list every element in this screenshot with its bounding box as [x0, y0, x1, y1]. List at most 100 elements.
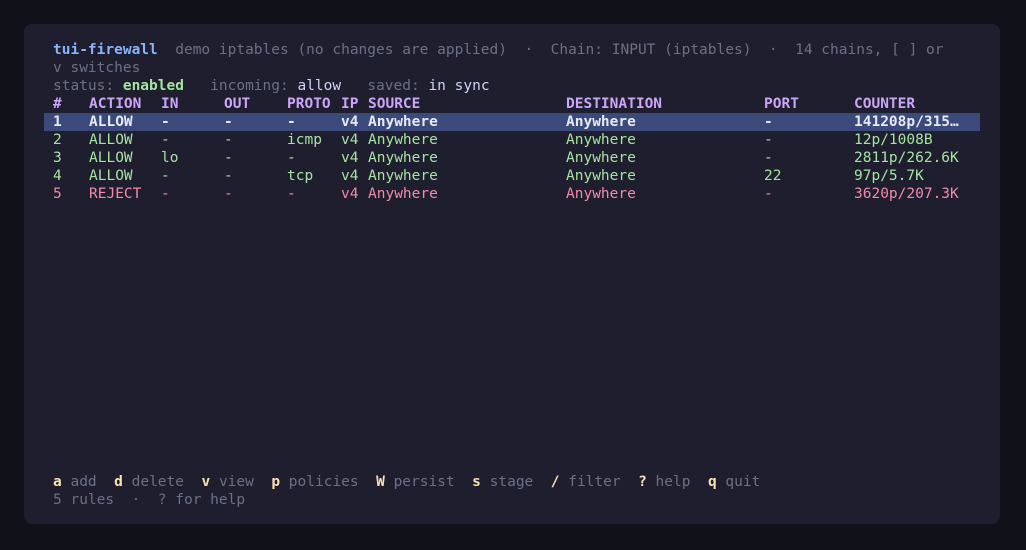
keybar-label: filter: [568, 474, 621, 490]
cell-port: -: [764, 186, 773, 202]
table-row[interactable]: 1 ALLOW - - - v4 Anywhere Anywhere - 141…: [44, 113, 980, 131]
key-quit[interactable]: q: [708, 474, 717, 490]
header-num[interactable]: #: [53, 95, 83, 113]
cell-action: REJECT: [89, 186, 142, 202]
cell-num: 3: [53, 150, 62, 166]
cell-port: -: [764, 150, 773, 166]
header-ip[interactable]: IP: [341, 95, 365, 113]
cell-destination: Anywhere: [566, 186, 636, 202]
key-help[interactable]: ?: [638, 474, 647, 490]
terminal-window: tui-firewall demo iptables (no changes a…: [24, 24, 1000, 524]
header-source[interactable]: SOURCE: [368, 95, 558, 113]
cell-num: 1: [53, 114, 62, 130]
status-line: status: enabled incoming: allow saved: i…: [53, 77, 490, 95]
app-name: tui-firewall: [53, 42, 158, 58]
cell-port: -: [764, 132, 773, 148]
header-counter[interactable]: COUNTER: [854, 95, 968, 113]
key-view[interactable]: v: [201, 474, 210, 490]
cell-counter: 12p/1008B: [854, 132, 933, 148]
title-bar: tui-firewall demo iptables (no changes a…: [53, 41, 944, 59]
cell-in: -: [161, 132, 170, 148]
saved-label: saved:: [367, 78, 420, 94]
table-row[interactable]: 4 ALLOW - - tcp v4 Anywhere Anywhere 22 …: [44, 167, 980, 185]
cell-in: -: [161, 114, 170, 130]
cell-source: Anywhere: [368, 168, 438, 184]
cell-out: -: [224, 186, 233, 202]
key-policies[interactable]: p: [271, 474, 280, 490]
chain-label: Chain: INPUT (iptables): [550, 42, 752, 58]
cell-destination: Anywhere: [566, 114, 636, 130]
keybar-label: delete: [131, 474, 184, 490]
cell-source: Anywhere: [368, 114, 438, 130]
cell-action: ALLOW: [89, 114, 133, 130]
keybar-label: policies: [288, 474, 359, 490]
cell-action: ALLOW: [89, 132, 133, 148]
keybar-label: add: [70, 474, 97, 490]
key-add[interactable]: a: [53, 474, 62, 490]
footer-separator: ·: [131, 492, 141, 508]
cell-port: 22: [764, 168, 782, 184]
cell-out: -: [224, 150, 233, 166]
cell-counter: 97p/5.7K: [854, 168, 924, 184]
header-action[interactable]: ACTION: [89, 95, 155, 113]
keybar-label: stage: [489, 474, 534, 490]
header-port[interactable]: PORT: [764, 95, 844, 113]
cell-source: Anywhere: [368, 186, 438, 202]
cell-action: ALLOW: [89, 168, 133, 184]
table-header: # ACTION IN OUT PROTO IP SOURCE DESTINAT…: [44, 95, 980, 113]
mode-label: demo iptables (no changes are applied): [175, 42, 507, 58]
title-separator: ·: [768, 42, 778, 58]
table-row[interactable]: 2 ALLOW - - icmp v4 Anywhere Anywhere - …: [44, 131, 980, 149]
status-value: enabled: [122, 78, 184, 94]
cell-num: 2: [53, 132, 62, 148]
table-row[interactable]: 3 ALLOW lo - - v4 Anywhere Anywhere - 28…: [44, 149, 980, 167]
cell-proto: icmp: [287, 132, 322, 148]
key-filter[interactable]: /: [551, 474, 560, 490]
cell-action: ALLOW: [89, 150, 133, 166]
chains-info: 14 chains, [ ] or: [795, 42, 944, 58]
cell-out: -: [224, 132, 233, 148]
key-delete[interactable]: d: [114, 474, 123, 490]
help-hint: ? for help: [157, 492, 246, 508]
cell-in: -: [161, 168, 170, 184]
cell-destination: Anywhere: [566, 150, 636, 166]
saved-value: in sync: [428, 78, 490, 94]
keybar-label: persist: [393, 474, 455, 490]
cell-num: 4: [53, 168, 62, 184]
header-out[interactable]: OUT: [224, 95, 280, 113]
keybar-label: view: [218, 474, 254, 490]
cell-counter: 3620p/207.3K: [854, 186, 959, 202]
title-separator: ·: [524, 42, 534, 58]
cell-proto: -: [287, 186, 296, 202]
incoming-label: incoming:: [210, 78, 289, 94]
cell-ip: v4: [341, 168, 359, 184]
cell-in: -: [161, 186, 170, 202]
cell-destination: Anywhere: [566, 168, 636, 184]
cell-counter: 2811p/262.6K: [854, 150, 959, 166]
cell-destination: Anywhere: [566, 132, 636, 148]
cell-counter: 141208p/315…: [854, 114, 959, 130]
header-in[interactable]: IN: [161, 95, 217, 113]
cell-source: Anywhere: [368, 132, 438, 148]
chains-info-continued: v switches: [53, 60, 141, 76]
key-stage[interactable]: s: [472, 474, 481, 490]
cell-proto: tcp: [287, 168, 314, 184]
cell-source: Anywhere: [368, 150, 438, 166]
header-destination[interactable]: DESTINATION: [566, 95, 756, 113]
cell-num: 5: [53, 186, 62, 202]
key-persist[interactable]: W: [376, 474, 385, 490]
cell-ip: v4: [341, 132, 359, 148]
cell-in: lo: [161, 150, 179, 166]
chains-info-wrap: v switches: [53, 59, 140, 77]
header-proto[interactable]: PROTO: [287, 95, 337, 113]
cell-proto: -: [287, 114, 296, 130]
rule-count: 5 rules: [53, 492, 115, 508]
status-label: status:: [53, 78, 115, 94]
keybar: a add d delete v view p policies W persi…: [53, 473, 760, 491]
cell-ip: v4: [341, 114, 359, 130]
cell-ip: v4: [341, 150, 359, 166]
cell-ip: v4: [341, 186, 359, 202]
cell-out: -: [224, 114, 233, 130]
table-row[interactable]: 5 REJECT - - - v4 Anywhere Anywhere - 36…: [44, 185, 980, 203]
cell-port: -: [764, 114, 773, 130]
